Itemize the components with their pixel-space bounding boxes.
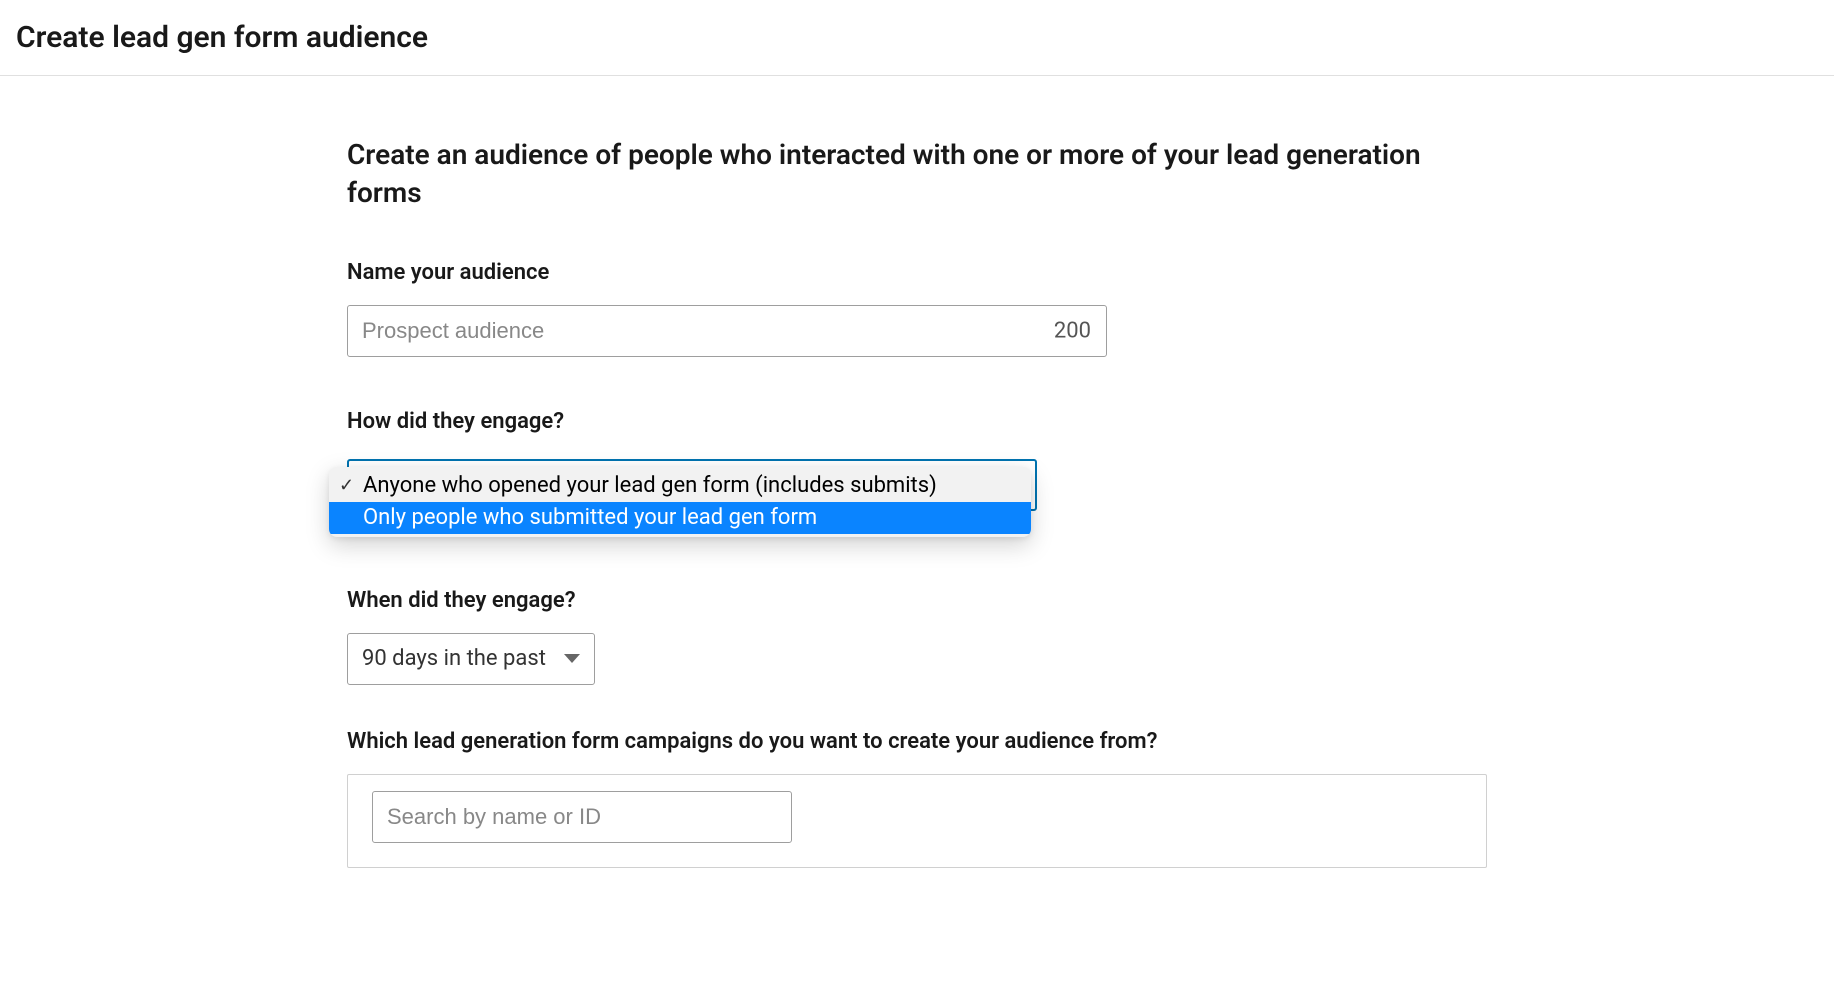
name-audience-input-wrapper: 200: [347, 305, 1107, 357]
check-icon: ✓: [339, 475, 363, 496]
campaign-section: Which lead generation form campaigns do …: [347, 729, 1487, 868]
campaign-search-input[interactable]: [372, 791, 792, 843]
campaign-box: [347, 774, 1487, 868]
engage-dropdown-popup: ✓ Anyone who opened your lead gen form (…: [329, 467, 1031, 537]
main-content: Create an audience of people who interac…: [347, 76, 1487, 868]
engage-section: How did they engage? ✓ Anyone who opened…: [347, 409, 1487, 544]
when-label: When did they engage?: [347, 588, 1487, 613]
campaign-label: Which lead generation form campaigns do …: [347, 729, 1487, 754]
name-audience-input[interactable]: [347, 305, 1107, 357]
when-select[interactable]: 90 days in the past: [347, 633, 595, 685]
char-count: 200: [1054, 318, 1091, 343]
engage-option-label: Anyone who opened your lead gen form (in…: [363, 473, 937, 498]
section-heading: Create an audience of people who interac…: [347, 136, 1487, 212]
name-audience-section: Name your audience 200: [347, 260, 1487, 357]
caret-down-icon: [564, 654, 580, 663]
page-title: Create lead gen form audience: [16, 20, 1818, 55]
when-section: When did they engage? 90 days in the pas…: [347, 588, 1487, 685]
engage-option-submitted[interactable]: ✓ Only people who submitted your lead ge…: [329, 502, 1031, 534]
name-audience-label: Name your audience: [347, 260, 1487, 285]
engage-option-opened[interactable]: ✓ Anyone who opened your lead gen form (…: [329, 470, 1031, 502]
when-select-value: 90 days in the past: [362, 646, 546, 671]
engage-label: How did they engage?: [347, 409, 1487, 434]
engage-option-label: Only people who submitted your lead gen …: [363, 505, 817, 530]
page-header: Create lead gen form audience: [0, 0, 1834, 76]
